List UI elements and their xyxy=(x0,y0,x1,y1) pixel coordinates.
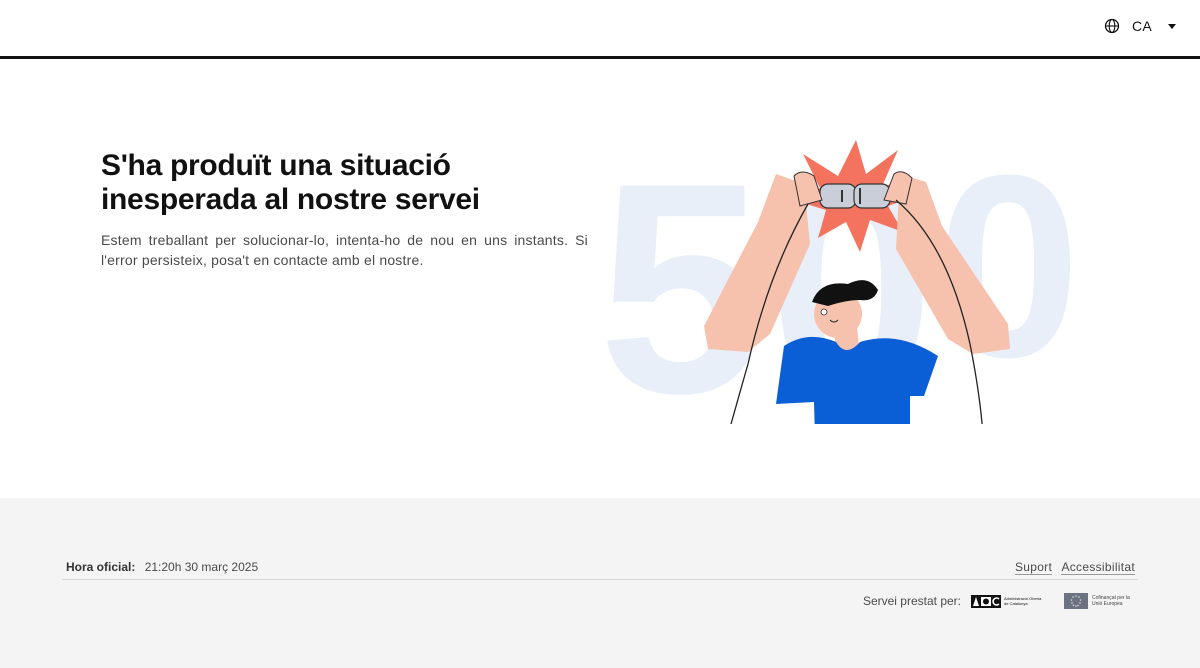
error-description: Estem treballant per solucionar-lo, inte… xyxy=(101,232,588,268)
eu-logo-text: Cofinançat per la Unió Europea xyxy=(1092,595,1130,607)
served-by: Servei prestat per: Administració Oberta… xyxy=(863,593,1138,609)
footer-links: Suport Accessibilitat xyxy=(1009,560,1135,575)
eu-logo[interactable]: Cofinançat per la Unió Europea xyxy=(1064,593,1138,609)
footer: Hora oficial: 21:20h 30 març 2025 Suport… xyxy=(0,498,1200,668)
official-time-label: Hora oficial: xyxy=(66,560,136,574)
title-line-2: inesperada al nostre servei xyxy=(101,183,480,216)
chevron-down-icon xyxy=(1168,23,1176,29)
footer-info-row: Hora oficial: 21:20h 30 març 2025 Suport… xyxy=(66,560,1135,580)
official-time-value: 21:20h 30 març 2025 xyxy=(144,560,259,574)
language-selector[interactable]: CA xyxy=(1104,18,1176,34)
top-bar: CA xyxy=(0,0,1200,59)
title-line-1: S'ha produït una situació xyxy=(101,149,451,182)
footer-divider xyxy=(62,579,1138,580)
accessibility-link[interactable]: Accessibilitat xyxy=(1061,560,1135,575)
plug-icon xyxy=(819,183,891,209)
language-code: CA xyxy=(1131,18,1152,34)
globe-icon xyxy=(1104,18,1120,34)
error-500-illustration: 5 0 0 xyxy=(598,134,1081,424)
eu-flag-icon xyxy=(1064,593,1088,609)
served-by-label: Servei prestat per: xyxy=(862,594,961,608)
aoc-logo[interactable]: Administració Oberta de Catalunya xyxy=(971,594,1046,608)
aoc-logo-icon xyxy=(971,594,1001,608)
page-title: S'ha produït una situació inesperada al … xyxy=(101,149,581,217)
official-time: Hora oficial: 21:20h 30 març 2025 xyxy=(66,560,258,574)
error-content: S'ha produït una situació inesperada al … xyxy=(0,59,1200,498)
aoc-logo-text: Administració Oberta de Catalunya xyxy=(1004,596,1042,606)
support-link[interactable]: Suport xyxy=(1014,560,1053,575)
